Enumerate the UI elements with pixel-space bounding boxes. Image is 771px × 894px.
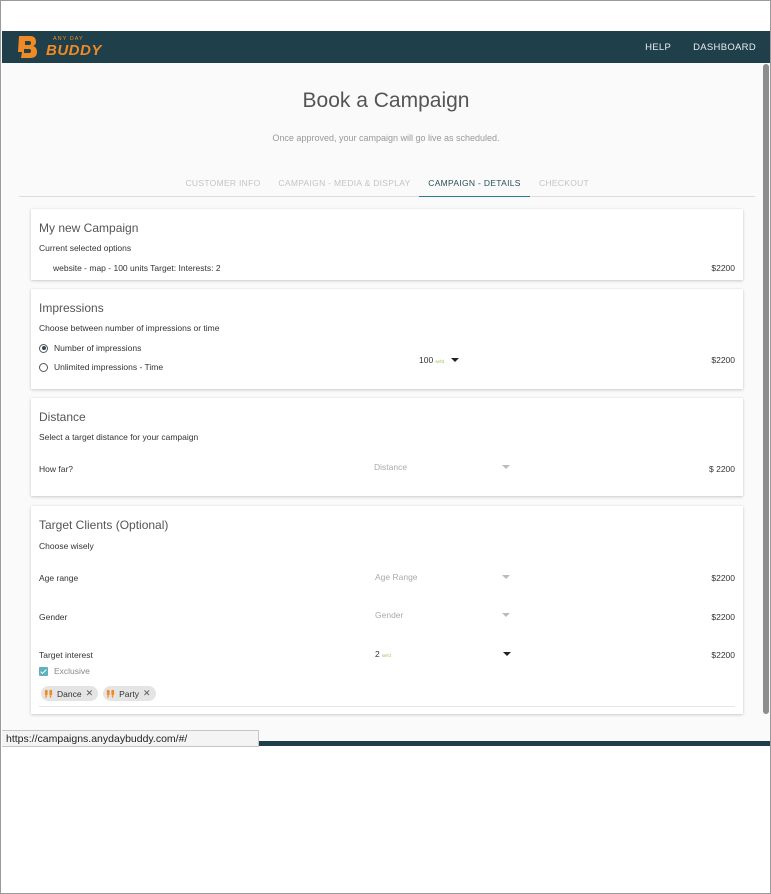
gender-price: $2200 [711,612,735,622]
impressions-subtitle: Choose between number of impressions or … [39,323,220,333]
tab-campaign-media-display[interactable]: CAMPAIGN - MEDIA & DISPLAY [277,174,412,197]
distance-card: Distance Select a target distance for yo… [31,398,743,496]
card-divider [39,706,735,707]
page-title: Book a Campaign [302,89,470,112]
age-range-label: Age range [39,573,79,583]
radio-time-label: Unlimited impressions - Time [54,362,164,372]
target-title: Target Clients (Optional) [39,518,169,532]
exclusive-label: Exclusive [54,666,90,676]
page-subtitle: Once approved, your campaign will go liv… [272,133,500,143]
interest-chips: Dance ✕ Party ✕ [41,686,156,701]
distance-select[interactable]: Distance [374,462,510,476]
age-range-placeholder: Age Range [375,572,418,582]
exclusive-checkbox[interactable]: Exclusive [39,666,90,676]
radio-unlimited-time[interactable]: Unlimited impressions - Time [39,362,163,372]
age-range-select[interactable]: Age Range [375,572,510,586]
gender-label: Gender [39,612,68,622]
impressions-title: Impressions [39,301,104,315]
target-clients-card: Target Clients (Optional) Choose wisely … [31,506,743,714]
campaign-subtitle: Current selected options [39,243,132,253]
logo[interactable]: ANY DAY BUDDY [16,33,106,61]
age-range-price: $2200 [711,573,735,583]
chevron-down-icon [502,465,510,469]
nav-dashboard-link[interactable]: DASHBOARD [693,42,756,53]
target-interest-select[interactable]: 2 sel'd [375,649,511,663]
checkbox-checked-icon [39,666,48,676]
campaign-summary-text: website - map - 100 units Target: Intere… [53,263,221,273]
campaign-price: $2200 [711,263,735,273]
impressions-selected-tag: sel'd [435,359,445,364]
page-scrollbar[interactable] [763,64,769,714]
distance-placeholder: Distance [374,462,408,472]
radio-checked-icon [39,343,48,353]
chip-party-label: Party [119,688,139,699]
chip-dance-label: Dance [57,688,82,699]
target-subtitle: Choose wisely [39,541,94,551]
distance-label: How far? [39,464,74,474]
distance-price: $ 2200 [709,464,735,474]
page: ANY DAY BUDDY HELP DASHBOARD Book a Camp… [2,31,770,744]
gender-select[interactable]: Gender [375,610,510,624]
tab-campaign-details[interactable]: CAMPAIGN - DETAILS [419,174,530,197]
target-interest-value: 2 [375,649,380,659]
status-bar-url: https://campaigns.anydaybuddy.com/#/ [2,730,259,747]
target-interest-price: $2200 [711,650,735,660]
target-interest-selected-tag: sel'd [381,653,391,658]
radio-number-label: Number of impressions [54,343,142,353]
chip-party[interactable]: Party ✕ [103,686,156,701]
gender-placeholder: Gender [375,610,404,620]
navbar: ANY DAY BUDDY HELP DASHBOARD [2,31,770,63]
dance-icon [44,689,53,698]
radio-number-of-impressions[interactable]: Number of impressions [39,343,141,353]
impressions-card: Impressions Choose between number of imp… [31,289,743,389]
logo-main-text: BUDDY [46,42,102,59]
impressions-count-select[interactable]: 100 sel'd [419,355,459,369]
distance-title: Distance [39,410,86,424]
distance-subtitle: Select a target distance for your campai… [39,432,199,442]
close-icon[interactable]: ✕ [86,688,94,699]
nav-help-link[interactable]: HELP [645,42,671,53]
party-icon [107,689,115,698]
chip-dance[interactable]: Dance ✕ [41,686,99,701]
step-tabs: CUSTOMER INFO CAMPAIGN - MEDIA & DISPLAY… [19,174,755,197]
chevron-down-icon [503,652,511,656]
browser-frame: ANY DAY BUDDY HELP DASHBOARD Book a Camp… [0,0,771,894]
nav-links: HELP DASHBOARD [645,31,756,63]
chevron-down-icon [451,358,459,362]
chevron-down-icon [502,613,510,617]
chevron-down-icon [502,575,510,579]
radio-unchecked-icon [39,362,48,372]
impressions-price: $2200 [711,355,735,365]
campaign-summary-card: My new Campaign Current selected options… [31,209,743,280]
campaign-title: My new Campaign [39,221,139,235]
tab-checkout[interactable]: CHECKOUT [534,174,594,197]
tab-customer-info[interactable]: CUSTOMER INFO [174,174,272,197]
target-interest-label: Target interest [39,650,93,660]
close-icon[interactable]: ✕ [143,688,151,699]
impressions-value: 100 [419,355,434,365]
